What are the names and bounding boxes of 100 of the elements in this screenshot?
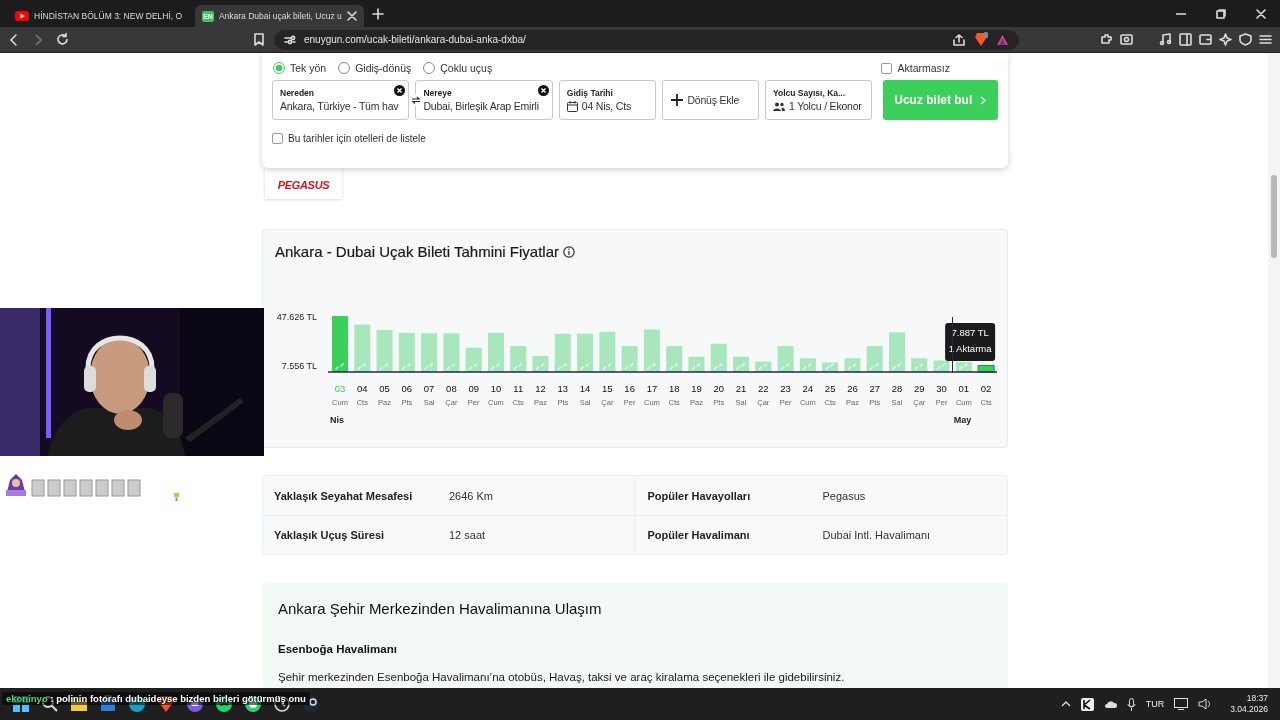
scrollbar[interactable]	[1268, 53, 1280, 688]
share-icon[interactable]	[953, 33, 966, 46]
calendar-icon	[566, 100, 578, 112]
paragraph: Şehir merkezinden Esenboğa Havalimanı’na otobüs, Havaş, taksi ve araç kiralama seçenekleri ile gidebilirsiniz.	[278, 671, 846, 683]
date-label: 01	[958, 383, 970, 394]
month-label: Nis	[330, 415, 344, 425]
clear-icon[interactable]	[537, 85, 549, 96]
airline-logo: PEGASUS	[277, 179, 330, 191]
bookmark-icon[interactable]	[254, 33, 264, 46]
radio-option[interactable]: Çoklu uçuş	[423, 62, 493, 74]
plus-icon	[670, 93, 685, 107]
info-value: 12 saat	[449, 529, 486, 541]
reload-icon[interactable]	[56, 33, 69, 46]
nonstop-checkbox[interactable]: Aktarmasız	[881, 62, 950, 74]
tooltip-price: 7.887 TL	[951, 327, 989, 338]
month-label: May	[953, 415, 972, 425]
info-value: 2646 Km	[449, 489, 494, 502]
speaker-icon[interactable]	[1198, 698, 1213, 710]
info-value: Pegasus	[822, 489, 866, 502]
axis-tick-label: 47.626 TL	[276, 311, 317, 322]
close-icon[interactable]	[346, 11, 357, 21]
forward-icon[interactable]	[32, 33, 44, 46]
menu-icon[interactable]	[1259, 33, 1272, 46]
add-return-button[interactable]: Dönüş Ekle	[662, 80, 759, 120]
wallet-icon[interactable]	[1199, 33, 1212, 46]
axis-tick-label: 7.556 TL	[281, 361, 317, 372]
field-label: Yolcu Sayısı, Ka...	[772, 88, 847, 98]
scrollbar-thumb[interactable]	[1271, 175, 1277, 258]
date-label: 03	[334, 383, 346, 394]
clear-icon[interactable]	[394, 85, 406, 96]
shield-icon[interactable]	[1239, 33, 1252, 46]
date-label: 29	[914, 383, 925, 394]
screenshot-icon[interactable]	[1120, 33, 1133, 46]
clock-date[interactable]: 3.04.2026	[1230, 704, 1268, 715]
address-field[interactable]: enuygun.com/ucak-bileti/ankara-dubai-anka-dxba/	[274, 29, 1019, 50]
info-label: Popüler Havayolları	[647, 489, 752, 502]
date-label: 18	[668, 383, 680, 394]
date-label: 24	[802, 383, 814, 394]
chart-title: Ankara - Dubai Uçak Bileti Tahmini Fiyatlar	[275, 243, 559, 260]
field-value: Dubai, Birleşik Arap Emirli	[423, 100, 539, 112]
video-play-icon	[15, 11, 29, 21]
chat-message: ekoninyo : polinin fotorafı dubaideyse bizden birleri götürmüş onu	[2, 692, 310, 705]
sparkle-icon[interactable]	[1219, 33, 1232, 46]
date-label: 12	[535, 383, 546, 394]
back-icon[interactable]	[8, 33, 20, 46]
info-label: Popüler Havalimanı	[647, 529, 751, 541]
trophy-icon	[173, 492, 180, 501]
browser-tab[interactable]: HİNDİSTAN BÖLÜM 3: NEW DELHİ, O	[8, 5, 190, 27]
mascot-logo-icon	[4, 472, 28, 498]
hotels-checkbox[interactable]: Bu tarihler için otelleri de listele	[272, 133, 998, 144]
close-icon[interactable]	[1256, 8, 1266, 19]
field-value: Ankara, Türkiye - Tüm hav	[280, 100, 399, 112]
microphone-icon[interactable]	[1126, 697, 1136, 711]
date-label: 07	[423, 383, 435, 394]
input-field[interactable]: Gidiş Tarihi 04 Nis, Cts	[558, 80, 657, 120]
clock-time[interactable]: 18:37	[1246, 693, 1268, 704]
date-label: 17	[646, 383, 658, 394]
input-field[interactable]: Yolcu Sayısı, Ka... 1 Yolcu / Ekonor	[764, 80, 872, 120]
field-value: 1 Yolcu / Ekonor	[788, 100, 862, 112]
section-title: Ankara Şehir Merkezinden Havalimanına Ulaşım	[278, 600, 603, 617]
swap-icon[interactable]	[410, 94, 422, 106]
app-tray-icon[interactable]	[1080, 697, 1094, 711]
date-label: 14	[579, 383, 591, 394]
field-label: Nereye	[423, 88, 453, 98]
chevron-up-icon[interactable]	[1060, 701, 1071, 707]
restore-icon[interactable]	[1216, 8, 1226, 19]
date-label: 06	[401, 383, 413, 394]
field-label: Nereden	[280, 88, 315, 98]
date-label: 25	[824, 383, 836, 394]
display-icon[interactable]	[1174, 698, 1189, 710]
language-indicator[interactable]: TUR	[1145, 699, 1165, 709]
date-label: 19	[691, 383, 702, 394]
date-label: 02	[980, 383, 992, 394]
date-label: 20	[713, 383, 725, 394]
cloud-icon[interactable]	[1103, 698, 1117, 710]
input-field[interactable]: Nereye Dubai, Birleşik Arap Emirli	[415, 80, 553, 120]
triangle-icon[interactable]	[996, 33, 1009, 46]
input-field[interactable]: Nereden Ankara, Türkiye - Tüm hav	[272, 80, 410, 120]
site-settings-icon[interactable]	[284, 33, 296, 46]
field-label: Gidiş Tarihi	[566, 88, 614, 98]
music-note-icon[interactable]	[1159, 33, 1172, 46]
tooltip	[945, 323, 996, 361]
date-label: 26	[847, 383, 858, 394]
info-label: Yaklaşık Seyahat Mesafesi	[274, 489, 414, 502]
sidebar-icon[interactable]	[1179, 33, 1192, 46]
date-label: 23	[780, 383, 791, 394]
info-label: Yaklaşık Uçuş Süresi	[274, 529, 386, 541]
radio-option[interactable]: Tek yön	[273, 62, 327, 74]
subsection-title: Esenboğa Havalimanı	[278, 643, 398, 655]
date-label: 09	[468, 383, 479, 394]
new-tab-icon[interactable]	[371, 7, 384, 20]
date-label: 08	[446, 383, 457, 394]
date-label: 13	[557, 383, 569, 394]
info-icon[interactable]	[563, 245, 575, 258]
people-icon	[772, 101, 785, 111]
date-label: 15	[602, 383, 613, 394]
radio-option[interactable]: Gidiş-dönüş	[338, 62, 412, 74]
puzzle-icon[interactable]	[1100, 33, 1113, 46]
date-label: 11	[513, 383, 524, 394]
field-value: 04 Nis, Cts	[581, 100, 631, 112]
